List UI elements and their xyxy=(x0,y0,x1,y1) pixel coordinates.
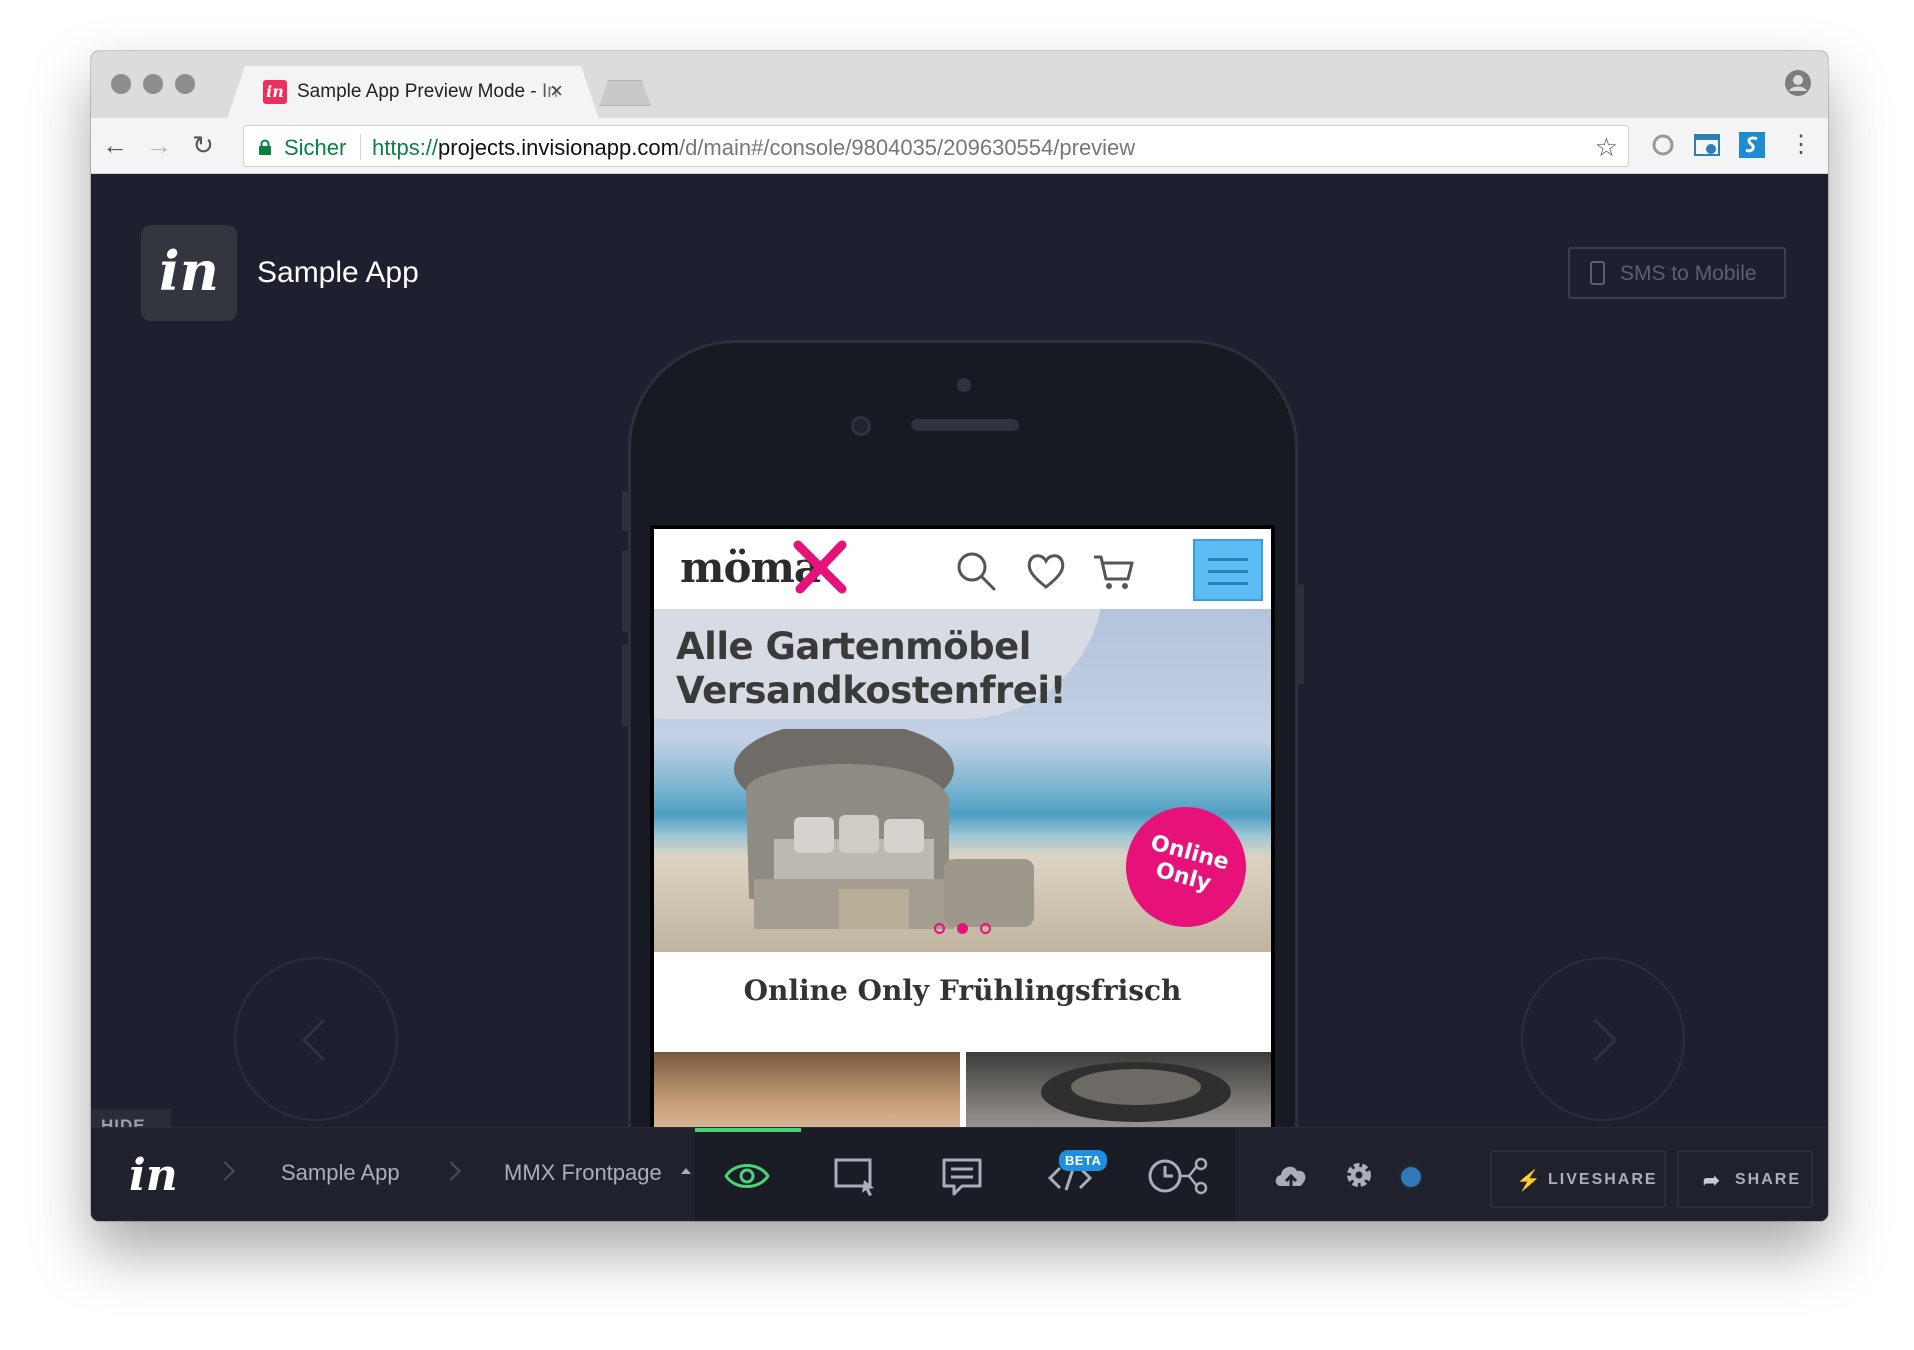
maximize-window-button[interactable] xyxy=(175,74,195,94)
beta-badge: BETA xyxy=(1059,1150,1108,1171)
active-mode-indicator xyxy=(695,1128,801,1132)
hamburger-menu-button[interactable] xyxy=(1193,539,1263,601)
liveshare-button[interactable]: ⚡ LIVESHARE xyxy=(1490,1150,1666,1208)
history-flow-icon[interactable] xyxy=(1147,1154,1211,1198)
next-screen-button[interactable] xyxy=(1521,957,1685,1121)
preview-mode-eye-icon[interactable] xyxy=(723,1154,771,1198)
url-text: https://projects.invisionapp.com/d/main#… xyxy=(372,135,1135,161)
reload-icon[interactable]: ↻ xyxy=(187,129,219,161)
invision-bottom-bar: in Sample App MMX Frontpage BETA ⚡ LIVES… xyxy=(91,1127,1828,1221)
site-logo-x-mark xyxy=(793,540,847,594)
carousel-dot[interactable] xyxy=(980,923,991,934)
secure-label: Sicher xyxy=(284,135,347,160)
browser-toolbar: ← → ↻ Sicher https://projects.invisionap… xyxy=(91,118,1828,174)
user-avatar[interactable] xyxy=(1398,1164,1424,1190)
mobile-phone-icon xyxy=(1590,261,1605,285)
invision-bottom-logo[interactable]: in xyxy=(129,1150,178,1201)
sms-button-label: SMS to Mobile xyxy=(1620,262,1757,285)
forward-arrow-icon[interactable]: → xyxy=(143,129,175,161)
profile-icon[interactable] xyxy=(1784,69,1812,97)
hero-title-line1: Alle Gartenmöbel xyxy=(676,625,1031,668)
menu-line xyxy=(1208,570,1248,573)
garden-sofa-image xyxy=(734,729,1034,929)
chevron-left-icon xyxy=(301,1018,345,1062)
phone-power-button xyxy=(1298,584,1304,684)
more-menu-icon[interactable]: ⋮ xyxy=(1785,129,1817,161)
hero-title: Alle Gartenmöbel Versandkostenfrei! xyxy=(676,625,1066,713)
hero-banner[interactable]: Alle Gartenmöbel Versandkostenfrei! Onli… xyxy=(654,609,1271,952)
cart-icon[interactable] xyxy=(1092,549,1136,593)
screenshot-extension-icon[interactable] xyxy=(1692,130,1722,160)
back-arrow-icon[interactable]: ← xyxy=(99,129,131,161)
breadcrumb-chevron-icon xyxy=(441,1161,461,1181)
build-mode-icon[interactable] xyxy=(831,1154,879,1198)
close-tab-icon[interactable]: × xyxy=(550,78,563,104)
site-header: möma xyxy=(654,529,1271,609)
carousel-dots xyxy=(934,921,1003,939)
menu-line xyxy=(1208,582,1248,585)
new-tab-button[interactable] xyxy=(599,80,651,106)
share-label: SHARE xyxy=(1735,1171,1802,1188)
phone-volume-down xyxy=(622,644,628,726)
invision-logo[interactable]: in xyxy=(141,225,237,321)
hero-title-line2: Versandkostenfrei! xyxy=(676,669,1066,712)
chevron-right-icon xyxy=(1574,1018,1618,1062)
search-icon[interactable] xyxy=(954,549,998,593)
minimize-window-button[interactable] xyxy=(143,74,163,94)
tab-bar: in Sample App Preview Mode - In × xyxy=(91,51,1828,118)
lock-icon xyxy=(259,139,271,155)
prototype-screen-inner: möma Alle Gartenmöbel Versandkostenfrei!… xyxy=(654,529,1271,1221)
phone-sensor xyxy=(957,378,971,392)
comment-mode-icon[interactable] xyxy=(938,1154,986,1198)
phone-volume-up xyxy=(622,550,628,632)
carousel-dot-active[interactable] xyxy=(957,923,968,934)
sms-to-mobile-button[interactable]: SMS to Mobile xyxy=(1568,247,1786,299)
lightning-icon: ⚡ xyxy=(1516,1170,1543,1192)
prototype-screen[interactable]: möma Alle Gartenmöbel Versandkostenfrei!… xyxy=(650,525,1275,1221)
url-scheme: https:// xyxy=(372,135,439,160)
menu-line xyxy=(1208,558,1248,561)
tab-title: Sample App Preview Mode - In xyxy=(297,81,558,102)
breadcrumb-chevron-icon xyxy=(215,1161,235,1181)
share-arrow-icon: ➦ xyxy=(1703,1170,1722,1192)
cloud-upload-icon[interactable] xyxy=(1272,1156,1310,1194)
online-only-badge: Online Only xyxy=(1112,793,1260,941)
carousel-dot[interactable] xyxy=(934,923,945,934)
share-button[interactable]: ➦ SHARE xyxy=(1677,1150,1813,1208)
url-path: /d/main#/console/9804035/209630554/previ… xyxy=(678,135,1136,160)
screen-dropdown-caret-icon[interactable] xyxy=(681,1168,691,1174)
liveshare-label: LIVESHARE xyxy=(1548,1171,1658,1188)
browser-tab[interactable]: in Sample App Preview Mode - In × xyxy=(227,66,599,119)
project-title: Sample App xyxy=(257,256,419,289)
section-title: Online Only Frühlingsfrisch xyxy=(743,974,1182,1007)
close-window-button[interactable] xyxy=(111,74,131,94)
settings-gear-icon[interactable] xyxy=(1340,1156,1378,1194)
heart-icon[interactable] xyxy=(1024,549,1068,593)
breadcrumb-screen[interactable]: MMX Frontpage xyxy=(504,1160,662,1186)
previous-screen-button[interactable] xyxy=(234,957,398,1121)
breadcrumb-project[interactable]: Sample App xyxy=(281,1160,400,1186)
omnibox-divider xyxy=(360,134,361,160)
preview-area: in Sample App SMS to Mobile möma Alle Ga… xyxy=(91,174,1828,1221)
browser-window: in Sample App Preview Mode - In × ← → ↻ … xyxy=(91,51,1828,1221)
address-bar[interactable]: Sicher https://projects.invisionapp.com/… xyxy=(243,125,1629,167)
phone-mute-button xyxy=(622,491,628,531)
phone-camera xyxy=(851,416,871,436)
bookmark-star-icon[interactable]: ☆ xyxy=(1595,132,1618,163)
sync-extension-icon[interactable] xyxy=(1737,130,1767,160)
url-host: projects.invisionapp.com xyxy=(438,135,679,160)
extension-circle-icon[interactable] xyxy=(1649,131,1677,159)
phone-speaker xyxy=(911,419,1019,431)
invision-favicon-icon: in xyxy=(263,80,287,104)
